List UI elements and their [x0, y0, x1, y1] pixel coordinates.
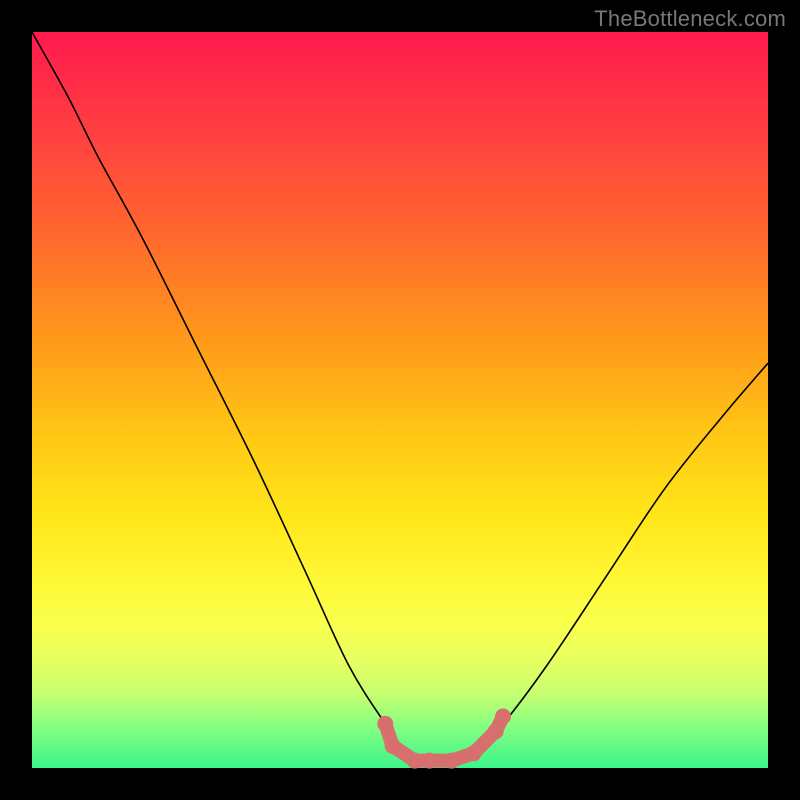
- marker-group: [377, 709, 511, 769]
- marker-dot: [495, 709, 511, 725]
- marker-dot: [407, 753, 423, 769]
- curve-svg: [32, 32, 768, 768]
- marker-dot: [444, 753, 460, 769]
- marker-dot: [377, 716, 393, 732]
- watermark-text: TheBottleneck.com: [594, 6, 786, 32]
- bottleneck-curve: [32, 32, 768, 762]
- marker-dot: [385, 738, 401, 754]
- marker-blob: [385, 716, 503, 760]
- chart-frame: TheBottleneck.com: [0, 0, 800, 800]
- marker-dot: [466, 745, 482, 761]
- marker-dot: [488, 723, 504, 739]
- marker-dot: [421, 753, 437, 769]
- plot-area: [32, 32, 768, 768]
